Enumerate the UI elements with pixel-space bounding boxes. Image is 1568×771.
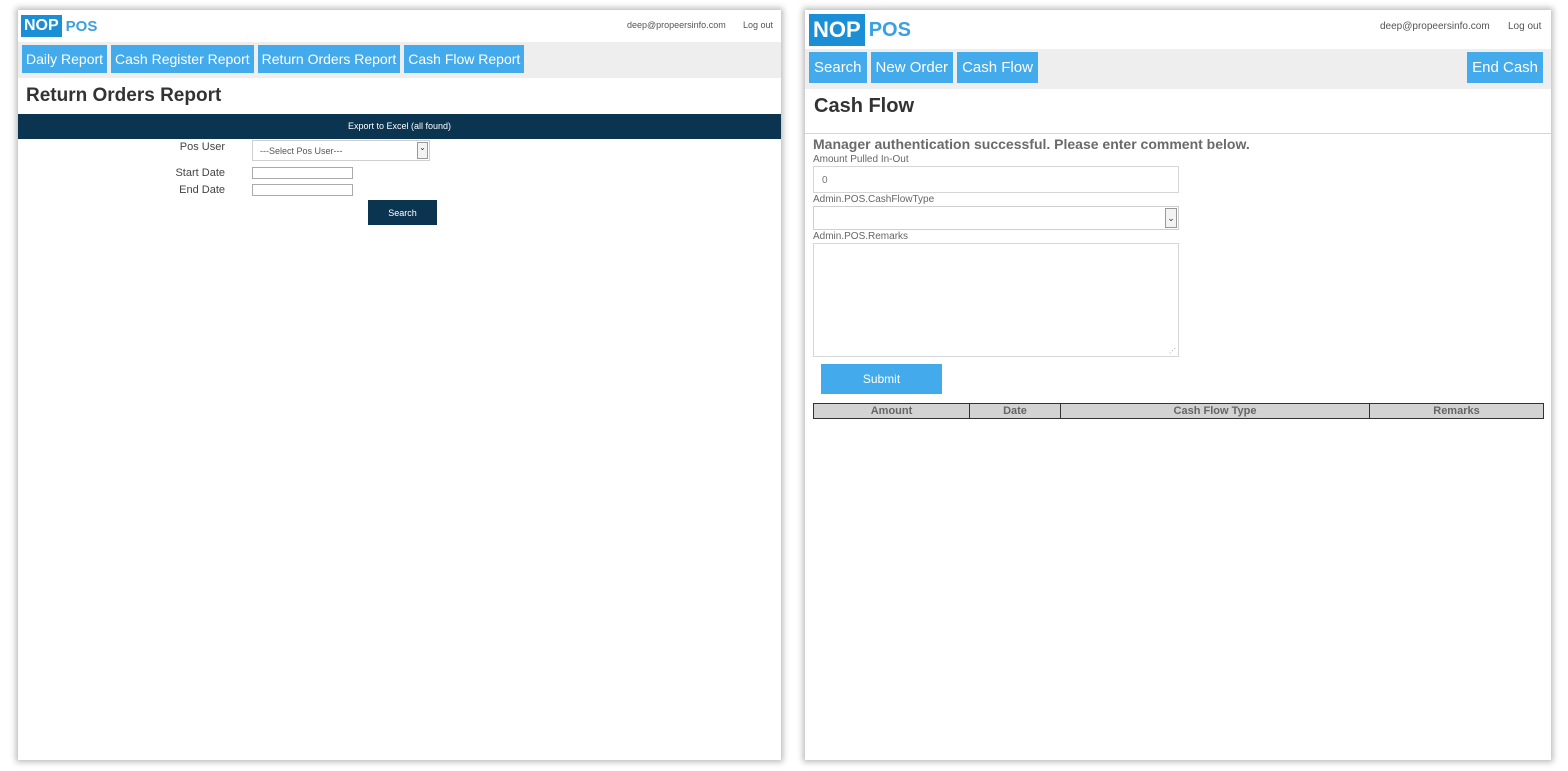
start-date-label: Start Date [175, 167, 225, 179]
cash-flow-window: NOP POS deep@propeersinfo.com Log out Se… [805, 10, 1551, 760]
submit-button[interactable]: Submit [821, 364, 942, 394]
cash-flow-type-label: Admin.POS.CashFlowType [813, 194, 935, 205]
cash-flow-table-header: Amount Date Cash Flow Type Remarks [813, 403, 1544, 419]
column-header-cash-flow-type[interactable]: Cash Flow Type [1061, 404, 1370, 418]
cash-flow-type-select[interactable]: ⌄ [813, 206, 1179, 230]
resize-grip-icon[interactable]: ⋰ [1169, 347, 1176, 355]
nav-daily-report[interactable]: Daily Report [22, 45, 108, 73]
nav-cash-flow[interactable]: Cash Flow [957, 52, 1038, 83]
logo-pos: POS [868, 18, 911, 41]
end-date-input[interactable] [252, 184, 353, 196]
end-date-label: End Date [179, 184, 225, 196]
column-header-remarks[interactable]: Remarks [1370, 404, 1543, 418]
page-title: Cash Flow [814, 95, 915, 117]
logout-link[interactable]: Log out [1508, 21, 1541, 32]
nav-cash-register-report[interactable]: Cash Register Report [111, 45, 254, 73]
column-header-date[interactable]: Date [970, 404, 1061, 418]
header-bar: NOP POS deep@propeersinfo.com Log out [805, 10, 1551, 49]
nav-search[interactable]: Search [809, 52, 867, 83]
page-title: Return Orders Report [26, 85, 222, 106]
column-header-amount[interactable]: Amount [814, 404, 970, 418]
logo-nop: NOP [21, 15, 62, 37]
logo-nop: NOP [809, 14, 865, 46]
nav-new-order[interactable]: New Order [870, 52, 954, 83]
remarks-label: Admin.POS.Remarks [813, 231, 909, 242]
header-bar: NOP POS deep@propeersinfo.com Log out [18, 10, 781, 42]
chevron-down-icon[interactable]: ⌄ [1165, 208, 1177, 228]
user-email[interactable]: deep@propeersinfo.com [1380, 21, 1490, 32]
chevron-down-icon[interactable]: ⌄ [417, 142, 428, 159]
logout-link[interactable]: Log out [743, 20, 773, 30]
title-divider [805, 133, 1551, 134]
return-orders-window: NOP POS deep@propeersinfo.com Log out Da… [18, 10, 781, 760]
user-email[interactable]: deep@propeersinfo.com [627, 20, 726, 30]
pos-nav: Search New Order Cash Flow End Cash [805, 49, 1551, 89]
pos-user-label: Pos User [179, 141, 225, 153]
amount-label: Amount Pulled In-Out [813, 154, 909, 165]
export-excel-button[interactable]: Export to Excel (all found) [18, 114, 781, 139]
amount-input[interactable]: 0 [813, 166, 1179, 193]
nop-pos-logo[interactable]: NOP POS [21, 15, 97, 37]
logo-pos: POS [65, 17, 98, 35]
amount-value: 0 [822, 175, 828, 186]
start-date-input[interactable] [252, 167, 353, 179]
nav-cash-flow-report[interactable]: Cash Flow Report [404, 45, 525, 73]
nav-return-orders-report[interactable]: Return Orders Report [257, 45, 401, 73]
nop-pos-logo[interactable]: NOP POS [809, 14, 911, 46]
search-button[interactable]: Search [368, 200, 437, 225]
auth-success-message: Manager authentication successful. Pleas… [813, 136, 1250, 152]
pos-user-select[interactable]: ---Select Pos User--- ⌄ [252, 140, 430, 161]
end-cash-button[interactable]: End Cash [1467, 52, 1543, 83]
report-nav: Daily Report Cash Register Report Return… [18, 42, 781, 78]
remarks-textarea[interactable]: ⋰ [813, 243, 1179, 357]
pos-user-select-value: ---Select Pos User--- [260, 146, 343, 156]
